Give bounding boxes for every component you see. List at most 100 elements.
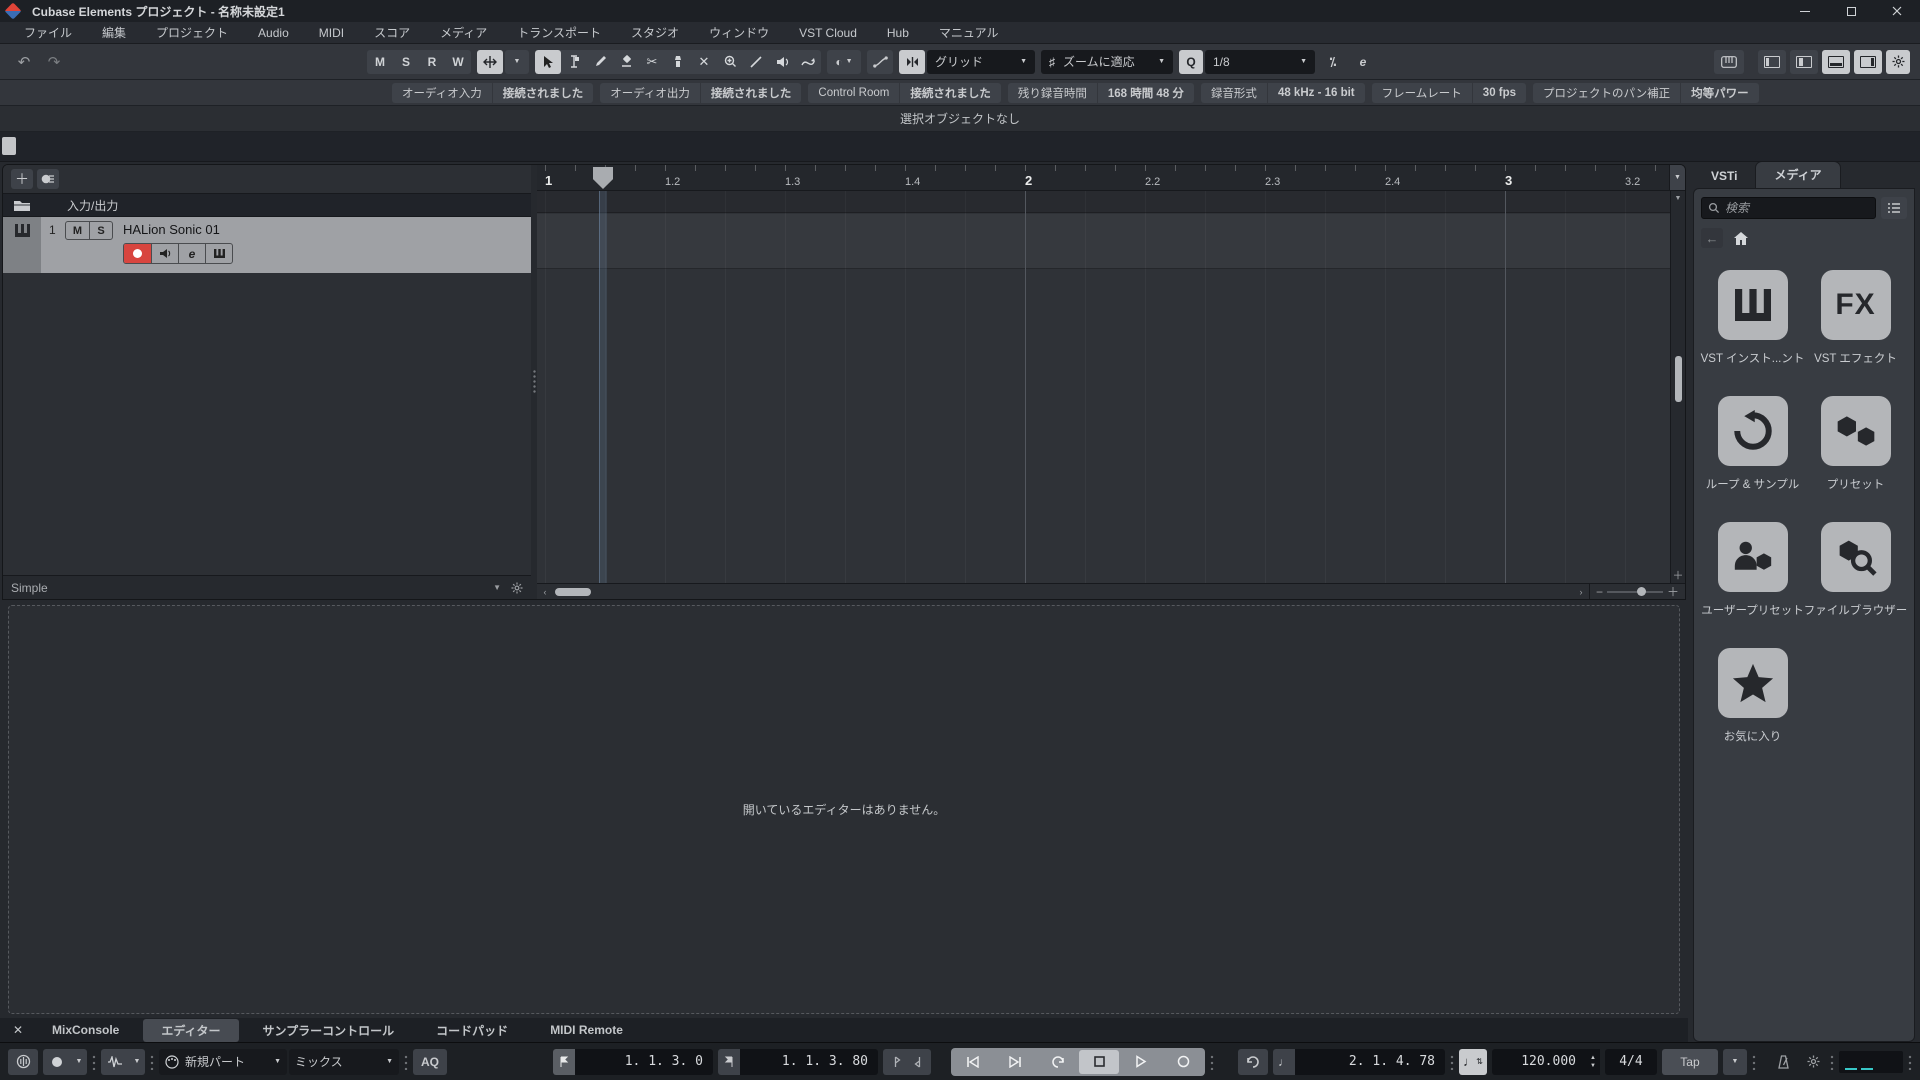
automation-button[interactable] bbox=[867, 49, 893, 74]
monitor-button[interactable] bbox=[151, 244, 178, 263]
track-list-empty-area[interactable] bbox=[3, 273, 531, 575]
zoom-out-button[interactable]: − bbox=[1596, 585, 1603, 599]
project-overview-strip[interactable] bbox=[0, 132, 1920, 162]
media-search-field[interactable] bbox=[1701, 197, 1876, 219]
curve-tool-button[interactable] bbox=[795, 50, 821, 74]
split-tool-button[interactable]: ✂ bbox=[639, 50, 665, 74]
restart-on-stop-button[interactable] bbox=[1238, 1048, 1268, 1075]
range-tool-button[interactable] bbox=[561, 50, 587, 74]
audio-record-mode-button[interactable] bbox=[101, 1049, 129, 1075]
add-track-button[interactable]: ＋ bbox=[11, 169, 33, 189]
scroll-left-button[interactable]: ‹ bbox=[537, 584, 553, 599]
vertical-scroll-thumb[interactable] bbox=[1674, 356, 1682, 402]
menu-audio[interactable]: Audio bbox=[244, 24, 303, 42]
play-tool-button[interactable] bbox=[769, 50, 795, 74]
audio-input-status[interactable]: オーディオ入力 接続されました bbox=[392, 82, 594, 103]
left-zone-toggle[interactable] bbox=[1758, 49, 1786, 74]
tempo-track-button[interactable]: ♩ ⇅ bbox=[1459, 1048, 1487, 1075]
zoom-tool-button[interactable] bbox=[717, 50, 743, 74]
record-mode-button[interactable] bbox=[43, 1049, 71, 1075]
quantize-dropdown[interactable]: 1/8 ▼ bbox=[1205, 49, 1315, 74]
iterative-quantize-button[interactable]: ⁒ bbox=[1321, 50, 1345, 74]
tab-sampler-control[interactable]: サンプラーコントロール bbox=[245, 1019, 413, 1042]
tile-vst-instruments[interactable]: VST インスト...ント bbox=[1701, 270, 1804, 366]
undo-button[interactable]: ↶ bbox=[12, 50, 36, 74]
tab-editor[interactable]: エディター bbox=[143, 1018, 239, 1042]
menu-edit[interactable]: 編集 bbox=[88, 22, 140, 43]
audio-record-mode-dropdown[interactable]: ▼ bbox=[129, 1049, 145, 1075]
framerate-status[interactable]: フレームレート 30 fps bbox=[1371, 82, 1527, 103]
overview-thumb[interactable] bbox=[2, 137, 16, 155]
global-solo-button[interactable]: S bbox=[393, 50, 419, 74]
menu-vst-cloud[interactable]: VST Cloud bbox=[785, 24, 871, 42]
left-locator-button[interactable] bbox=[553, 1048, 575, 1075]
tempo-dropdown[interactable]: ▼ bbox=[1722, 1048, 1747, 1075]
go-to-end-button[interactable] bbox=[995, 1050, 1035, 1074]
lower-zone-toggle[interactable] bbox=[1822, 49, 1850, 74]
glue-tool-button[interactable] bbox=[665, 50, 691, 74]
transport-settings-button[interactable] bbox=[1801, 1049, 1825, 1075]
snap-button[interactable] bbox=[899, 49, 925, 74]
scroll-right-button[interactable]: › bbox=[1573, 584, 1589, 599]
grid-type-dropdown[interactable]: ♯ ズームに適応 ▼ bbox=[1041, 49, 1173, 74]
metronome-button[interactable] bbox=[1770, 1049, 1796, 1075]
ruler[interactable]: 1 1.2 1.3 1.4 2 2.2 2.3 2.4 3 3.2 bbox=[537, 165, 1669, 190]
onscreen-keyboard-button[interactable] bbox=[1714, 49, 1744, 74]
punch-out-button[interactable] bbox=[907, 1049, 931, 1075]
open-instrument-button[interactable] bbox=[205, 244, 232, 263]
menu-hub[interactable]: Hub bbox=[873, 24, 923, 42]
select-tool-button[interactable] bbox=[535, 49, 561, 74]
go-to-start-button[interactable] bbox=[953, 1050, 993, 1074]
erase-tool-button[interactable] bbox=[613, 50, 639, 74]
tab-mixconsole[interactable]: MixConsole bbox=[34, 1020, 137, 1040]
maximize-button[interactable] bbox=[1828, 0, 1874, 22]
scroll-up-button[interactable]: ▼ bbox=[1671, 191, 1685, 206]
auto-scroll-button[interactable] bbox=[477, 49, 503, 74]
vertical-zoom-in-button[interactable]: ＋ bbox=[1673, 567, 1684, 583]
menu-midi[interactable]: MIDI bbox=[305, 24, 358, 42]
track-list-settings-icon[interactable] bbox=[511, 581, 523, 594]
auto-scroll-dropdown[interactable]: ▼ bbox=[505, 49, 529, 74]
tile-loops-samples[interactable]: ループ & サンプル bbox=[1703, 396, 1803, 492]
horizontal-scroll-track[interactable] bbox=[553, 584, 1573, 599]
close-lower-zone-button[interactable]: ✕ bbox=[8, 1023, 28, 1037]
track-mute-button[interactable]: M bbox=[66, 222, 89, 239]
audio-activity-button[interactable] bbox=[8, 1048, 38, 1075]
midi-record-mix-dropdown[interactable]: ミックス ▼ bbox=[289, 1048, 399, 1075]
close-button[interactable] bbox=[1874, 0, 1920, 22]
global-write-button[interactable]: W bbox=[445, 50, 471, 74]
menu-manual[interactable]: マニュアル bbox=[925, 22, 1013, 43]
redo-button[interactable]: ↷ bbox=[42, 50, 66, 74]
quantize-panel-button[interactable]: e bbox=[1351, 50, 1375, 74]
results-list-button[interactable] bbox=[1881, 197, 1907, 219]
menu-media[interactable]: メディア bbox=[426, 22, 501, 43]
record-time-status[interactable]: 残り録音時間 168 時間 48 分 bbox=[1007, 82, 1194, 103]
back-button[interactable]: ← bbox=[1701, 228, 1723, 248]
control-room-status[interactable]: Control Room 接続されました bbox=[808, 82, 1001, 103]
vertical-scrollbar[interactable]: ▼ ＋ bbox=[1670, 191, 1685, 583]
tile-presets[interactable]: プリセット bbox=[1806, 396, 1906, 492]
menu-project[interactable]: プロジェクト bbox=[142, 22, 242, 43]
track-row[interactable]: 1 M S HALion Sonic 01 e bbox=[3, 217, 531, 273]
line-tool-button[interactable] bbox=[743, 50, 769, 74]
left-locator-display[interactable]: 1. 1. 3. 0 bbox=[575, 1048, 713, 1075]
tile-user-presets[interactable]: ユーザープリセット bbox=[1701, 522, 1804, 618]
zoom-in-button[interactable]: ＋ bbox=[1667, 583, 1679, 599]
menu-window[interactable]: ウィンドウ bbox=[695, 22, 783, 43]
event-display[interactable] bbox=[537, 191, 1670, 583]
snap-type-dropdown[interactable]: グリッド ▼ bbox=[927, 49, 1035, 74]
tempo-spinner[interactable]: ▲ ▼ bbox=[1586, 1048, 1600, 1075]
io-folder-track[interactable]: 入力/出力 bbox=[3, 193, 531, 217]
draw-tool-button[interactable] bbox=[587, 50, 613, 74]
color-menu-button[interactable]: ◐ ▼ bbox=[827, 49, 861, 74]
position-display[interactable]: 2. 1. 4. 78 bbox=[1295, 1048, 1445, 1075]
track-name[interactable]: HALion Sonic 01 bbox=[123, 222, 220, 237]
zoom-slider-knob[interactable] bbox=[1636, 586, 1646, 596]
horizontal-scroll-thumb[interactable] bbox=[555, 588, 591, 596]
right-locator-button[interactable] bbox=[718, 1048, 740, 1075]
search-input[interactable] bbox=[1725, 201, 1869, 215]
home-button[interactable] bbox=[1733, 231, 1749, 246]
right-zone-toggle[interactable] bbox=[1854, 49, 1882, 74]
tempo-display[interactable]: 120.000 bbox=[1492, 1048, 1586, 1075]
tile-favorites[interactable]: お気に入り bbox=[1703, 648, 1803, 744]
